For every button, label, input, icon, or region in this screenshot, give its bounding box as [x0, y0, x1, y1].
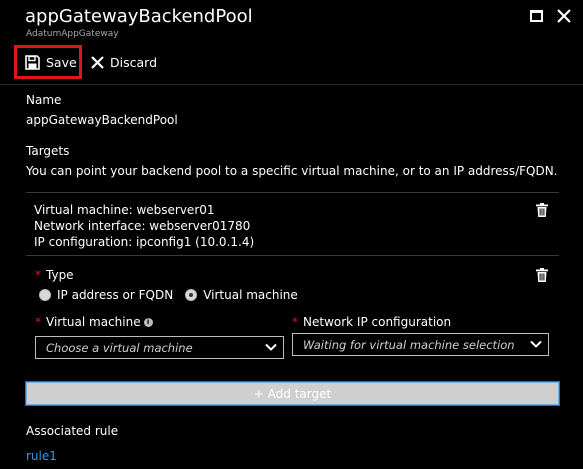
- vm-label: Virtual machine: [46, 315, 141, 329]
- targets-description: You can point your backend pool to a spe…: [26, 164, 558, 178]
- chevron-down-icon: [265, 343, 277, 351]
- vm-field-label: * Virtual machine i: [35, 315, 153, 329]
- save-button[interactable]: Save: [14, 45, 82, 79]
- delete-new-target-button[interactable]: [536, 268, 548, 282]
- rule-link[interactable]: rule1: [26, 449, 57, 463]
- trash-icon: [536, 268, 548, 282]
- delete-target-button[interactable]: [536, 203, 548, 217]
- required-indicator: *: [292, 315, 298, 329]
- add-target-button[interactable]: + Add target: [25, 381, 560, 406]
- blade-header: appGatewayBackendPool AdatumAppGateway: [0, 0, 583, 42]
- nic-field-label: * Network IP configuration: [292, 315, 451, 329]
- maximize-button[interactable]: [529, 8, 545, 24]
- add-target-label: + Add target: [253, 386, 332, 401]
- name-label: Name: [26, 93, 62, 107]
- target-nic-line: Network interface: webserver01780: [34, 219, 251, 233]
- toolbar-divider: [0, 84, 583, 85]
- blade-title: appGatewayBackendPool: [25, 6, 253, 27]
- trash-icon: [536, 203, 548, 217]
- vm-select-placeholder: Choose a virtual machine: [46, 341, 193, 355]
- radio-virtual-machine-label: Virtual machine: [203, 288, 298, 302]
- save-icon: [25, 54, 40, 70]
- discard-button-label: Discard: [110, 54, 157, 70]
- command-bar: Save Discard: [0, 44, 583, 84]
- radio-ip-address-label: IP address or FQDN: [57, 288, 174, 302]
- target-vm-line: Virtual machine: webserver01: [34, 203, 215, 217]
- chevron-down-icon: [530, 340, 542, 348]
- type-label: Type: [46, 268, 74, 282]
- target-ipconfig-line: IP configuration: ipconfig1 (10.0.1.4): [34, 235, 255, 249]
- maximize-icon: [530, 10, 543, 22]
- discard-icon: [91, 55, 104, 69]
- discard-button[interactable]: Discard: [91, 45, 157, 79]
- type-field-label: * Type: [35, 268, 74, 282]
- type-radio-group: IP address or FQDN Virtual machine: [39, 288, 310, 302]
- name-value: appGatewayBackendPool: [26, 113, 178, 127]
- radio-circle-selected: [185, 289, 198, 301]
- blade-subtitle: AdatumAppGateway: [26, 29, 119, 39]
- targets-label: Targets: [26, 144, 70, 158]
- required-indicator: *: [35, 315, 41, 329]
- close-button[interactable]: [556, 8, 572, 24]
- info-icon[interactable]: i: [143, 318, 153, 327]
- nic-label: Network IP configuration: [303, 315, 452, 329]
- close-icon: [557, 9, 571, 23]
- radio-ip-address[interactable]: IP address or FQDN: [39, 288, 173, 302]
- radio-circle: [39, 289, 51, 301]
- radio-virtual-machine[interactable]: Virtual machine: [185, 288, 298, 302]
- required-indicator: *: [35, 268, 41, 282]
- vm-select[interactable]: Choose a virtual machine: [35, 336, 284, 359]
- network-ip-config-select[interactable]: Waiting for virtual machine selection: [292, 333, 549, 356]
- associated-rule-label: Associated rule: [26, 424, 119, 438]
- save-button-label: Save: [46, 54, 77, 70]
- existing-target-card: Virtual machine: webserver01 Network int…: [26, 192, 559, 256]
- nic-select-placeholder: Waiting for virtual machine selection: [303, 338, 515, 352]
